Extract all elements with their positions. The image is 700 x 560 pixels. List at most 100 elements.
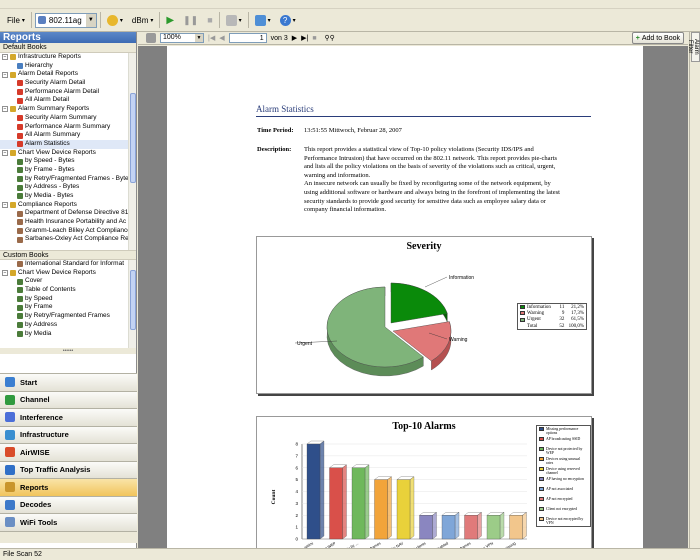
legend-name: Urgent — [527, 317, 541, 323]
tree-item-chart-view-device-reports[interactable]: − Chart View Device Reports — [0, 269, 136, 278]
page-number-input[interactable] — [228, 33, 267, 43]
collapse-toggle-icon[interactable]: − — [2, 54, 8, 61]
description-text: This report provides a statistical view … — [304, 146, 604, 215]
report-viewport[interactable]: Alarm Statistics Time Period: 13:51:55 M… — [138, 46, 688, 548]
next-page-icon[interactable]: ▶ — [292, 34, 297, 42]
alarm-filter-tab[interactable]: Alarm Filter — [687, 32, 700, 62]
tree-item-by-media-bytes[interactable]: by Media - Bytes — [0, 192, 136, 201]
bar-side — [364, 464, 370, 540]
sun-button[interactable]: ▾ — [104, 12, 126, 28]
adapter-select[interactable]: 802.11ag ▼ — [34, 12, 97, 28]
tree-item-gramm-leach-bliley-act-compliance[interactable]: Gramm-Leach Bliley Act Compliance — [0, 227, 136, 236]
tree-item-sarbanes-oxley-act-compliance-re[interactable]: Sarbanes-Oxley Act Compliance Re — [0, 235, 136, 244]
tree-item-by-speed-bytes[interactable]: by Speed - Bytes — [0, 157, 136, 166]
print-button[interactable]: ▾ — [223, 12, 245, 28]
time-period-value: 13:51:55 Mittwoch, Februar 28, 2007 — [304, 127, 402, 134]
tree-item-compliance-reports[interactable]: − Compliance Reports — [0, 201, 136, 210]
default-books-tree[interactable]: − Infrastructure Reports Hierarchy − Alarm D… — [0, 53, 136, 250]
first-page-icon[interactable]: |◀ — [208, 34, 215, 42]
custom-books-tree[interactable]: International Standard for Informat − Char… — [0, 260, 136, 348]
nav-reports[interactable]: Reports — [0, 478, 137, 496]
tree-item-by-speed[interactable]: by Speed — [0, 295, 136, 304]
stop-icon[interactable]: ■ — [312, 35, 316, 42]
last-page-icon[interactable]: ▶| — [301, 34, 308, 42]
tree-item-label: All Alarm Summary — [25, 131, 81, 139]
tree-item-performance-alarm-summary[interactable]: Performance Alarm Summary — [0, 123, 136, 132]
nav-wifi-tools[interactable]: WiFi Tools — [0, 513, 137, 531]
tree-item-international-standard-for-informat[interactable]: International Standard for Informat — [0, 260, 136, 269]
pause-icon: ❚❚ — [183, 14, 199, 25]
prev-page-icon[interactable]: ◀ — [219, 34, 224, 42]
nav-interference[interactable]: Interference — [0, 408, 137, 426]
nav-top-traffic-analysis[interactable]: Top Traffic Analysis — [0, 460, 137, 478]
custom-tree-scrollbar[interactable] — [128, 260, 136, 348]
tree-item-by-retry-fragmented-frames[interactable]: by Retry/Fragmented Frames — [0, 312, 136, 321]
print-icon — [225, 14, 237, 26]
collapse-toggle-icon[interactable]: − — [2, 106, 8, 113]
tree-item-label: by Media — [25, 329, 52, 337]
legend-percent: 21,2% — [571, 304, 584, 310]
y-tick-label: 6 — [295, 465, 298, 470]
collapse-toggle-icon[interactable]: − — [2, 270, 8, 277]
legend-swatch — [539, 507, 544, 511]
print-icon[interactable] — [146, 33, 156, 43]
nav-infrastructure[interactable]: Infrastructure — [0, 425, 137, 443]
tree-item-infrastructure-reports[interactable]: − Infrastructure Reports — [0, 53, 136, 62]
tree-item-label: Cover — [25, 277, 43, 285]
tree-item-alarm-summary-reports[interactable]: − Alarm Summary Reports — [0, 105, 136, 114]
collapse-toggle-icon[interactable]: − — [2, 149, 8, 156]
splitter-grip[interactable]: •••••• — [0, 348, 136, 354]
tree-item-security-alarm-summary[interactable]: Security Alarm Summary — [0, 114, 136, 123]
dbm-button[interactable]: dBm ▾ — [129, 12, 156, 28]
export-button[interactable]: ▾ — [252, 12, 274, 28]
play-button[interactable]: ▶ — [163, 12, 177, 28]
chart-icon — [17, 184, 23, 191]
tree-item-alarm-statistics[interactable]: Alarm Statistics — [0, 139, 136, 149]
tree-item-by-frame-bytes[interactable]: by Frame - Bytes — [0, 166, 136, 175]
help-button[interactable]: ? ▾ — [277, 12, 299, 28]
pause-button[interactable]: ❚❚ — [180, 12, 201, 28]
legend-row: Urgent 32 61,5% — [518, 317, 586, 323]
nav-start[interactable]: Start — [0, 373, 137, 391]
collapse-toggle-icon[interactable]: − — [2, 71, 8, 78]
tree-item-department-of-defense-directive-81[interactable]: Department of Defense Directive 81 — [0, 209, 136, 218]
tree-item-cover[interactable]: Cover — [0, 277, 136, 286]
scrollbar-thumb[interactable] — [130, 93, 136, 183]
legend-spacer — [520, 324, 525, 328]
chart-icon — [17, 330, 23, 337]
legend-name: Devices using unusual rates — [546, 457, 581, 466]
nav-decodes[interactable]: Decodes — [0, 495, 137, 513]
tree-item-by-retry-fragmented-frames-byte[interactable]: by Retry/Fragmented Frames - Byte — [0, 175, 136, 184]
scrollbar-thumb[interactable] — [130, 270, 136, 330]
toolbar-separator — [218, 12, 220, 28]
stop-button[interactable]: ■ — [204, 12, 215, 28]
default-tree-scrollbar[interactable] — [128, 53, 136, 250]
legend-name: Missing performance options — [546, 427, 579, 436]
tree-item-by-address[interactable]: by Address — [0, 321, 136, 330]
tree-item-by-frame[interactable]: by Frame — [0, 303, 136, 312]
custom-books-label: Custom Books — [0, 250, 136, 260]
chart-icon — [17, 304, 23, 311]
nav-channel[interactable]: Channel — [0, 390, 137, 408]
tree-item-health-insurance-portability-and-ac[interactable]: Health Insurance Portability and Ac — [0, 218, 136, 227]
tree-item-alarm-detail-reports[interactable]: − Alarm Detail Reports — [0, 70, 136, 79]
leader-line — [424, 276, 448, 288]
tree-item-table-of-contents[interactable]: Table of Contents — [0, 286, 136, 295]
collapse-toggle-icon[interactable]: − — [2, 202, 8, 209]
tree-item-chart-view-device-reports[interactable]: − Chart View Device Reports — [0, 149, 136, 158]
tree-item-all-alarm-detail[interactable]: All Alarm Detail — [0, 96, 136, 105]
tree-item-performance-alarm-detail[interactable]: Performance Alarm Detail — [0, 88, 136, 97]
find-binoculars-icon[interactable]: ⚲⚲ — [325, 34, 335, 42]
tree-item-all-alarm-summary[interactable]: All Alarm Summary — [0, 131, 136, 140]
nav-label: Top Traffic Analysis — [20, 465, 91, 475]
tree-item-by-media[interactable]: by Media — [0, 330, 136, 339]
legend-name: Warning — [527, 310, 545, 316]
tree-item-hierarchy[interactable]: Hierarchy — [0, 62, 136, 71]
file-menu[interactable]: File ▾ — [4, 12, 28, 28]
zoom-select[interactable]: 100% ▼ — [160, 33, 204, 43]
legend-total-row: Total 52 100,0% — [518, 323, 586, 329]
tree-item-by-address-bytes[interactable]: by Address - Bytes — [0, 183, 136, 192]
add-to-book-button[interactable]: + Add to Book — [631, 32, 684, 44]
tree-item-security-alarm-detail[interactable]: Security Alarm Detail — [0, 79, 136, 88]
nav-airwise[interactable]: AirWISE — [0, 443, 137, 461]
